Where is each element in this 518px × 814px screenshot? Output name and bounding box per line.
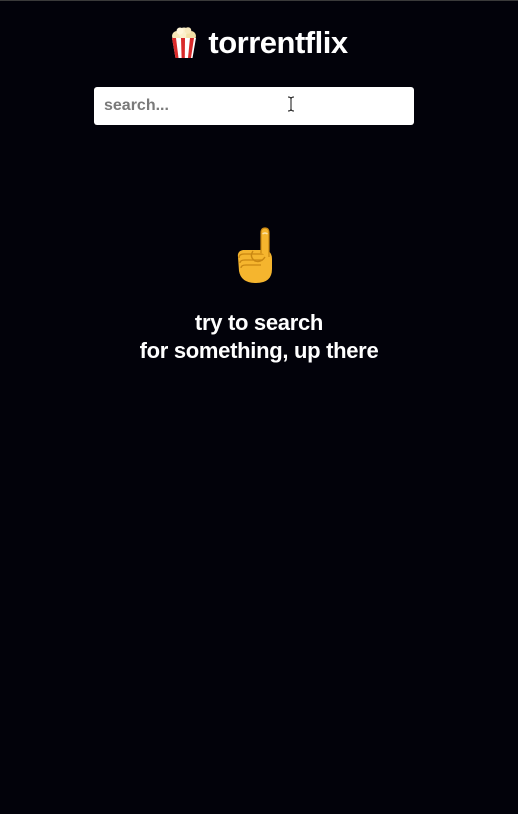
empty-state-message: try to search for something, up there [0, 309, 518, 365]
empty-state-line-2: for something, up there [139, 338, 379, 363]
search-input[interactable] [94, 87, 414, 125]
app-window: torrentflix try to search for something,… [0, 0, 518, 814]
pointing-up-hand-icon [237, 227, 272, 283]
app-title: torrentflix [208, 25, 348, 60]
app-header: torrentflix [0, 25, 518, 61]
search-box[interactable] [94, 87, 414, 125]
empty-state-line-1: try to search [194, 310, 324, 335]
popcorn-icon [172, 27, 197, 58]
